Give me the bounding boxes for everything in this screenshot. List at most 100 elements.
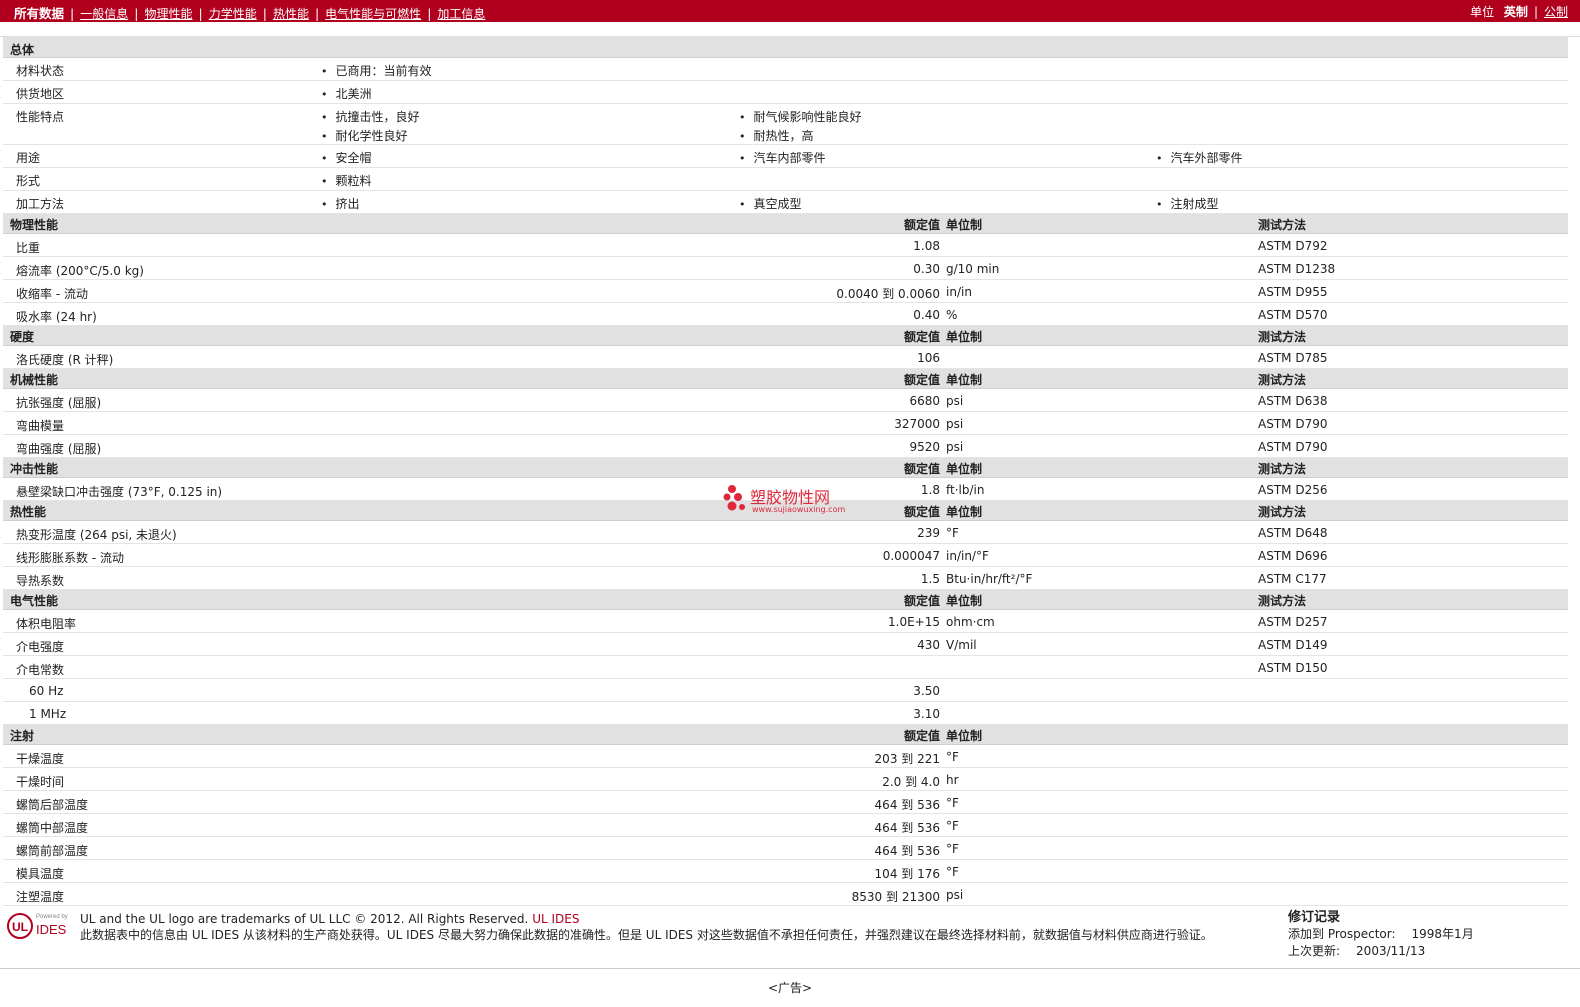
section-header: 注射 额定值 单位制: [3, 725, 1568, 745]
property-value: 1.8: [920, 483, 940, 497]
property-row: 线形膨胀系数 - 流动 0.000047 in/in/°F ASTM D696: [3, 544, 1568, 567]
property-name: 干燥温度: [16, 752, 65, 766]
property-test-method: ASTM C177: [1258, 572, 1327, 586]
general-row-region: 供货地区 北美洲: [3, 81, 1568, 104]
use-item: 安全帽: [321, 149, 372, 166]
property-name: 弯曲强度 (屈服): [16, 442, 102, 456]
column-head-value: 额定值: [903, 505, 940, 519]
property-test-method: ASTM D792: [1258, 239, 1328, 253]
property-unit: °F: [946, 526, 959, 540]
property-row: 干燥温度 203 到 221 °F: [3, 745, 1568, 768]
general-row-process: 加工方法 挤出 真空成型 注射成型: [3, 191, 1568, 214]
feature-item: 耐气候影响性能良好: [739, 108, 862, 125]
column-head-unit: 单位制: [946, 729, 983, 743]
svg-text:Powered by: Powered by: [36, 914, 68, 920]
property-row: 导热系数 1.5 Btu·in/hr/ft²/°F ASTM C177: [3, 567, 1568, 590]
section-title: 硬度: [10, 330, 35, 344]
watermark-dots-icon: [723, 485, 745, 511]
nav-all-data[interactable]: 所有数据: [14, 6, 64, 21]
property-name: 60 Hz: [29, 684, 64, 698]
property-name: 导热系数: [16, 574, 65, 588]
property-name: 模具温度: [16, 867, 65, 881]
property-test-method: ASTM D257: [1258, 615, 1328, 629]
property-unit: psi: [946, 440, 964, 454]
revision-title: 修订记录: [1288, 910, 1341, 925]
section-header: 机械性能 额定值 单位制 测试方法: [3, 369, 1568, 389]
property-test-method: ASTM D150: [1258, 661, 1328, 675]
property-test-method: ASTM D570: [1258, 308, 1328, 322]
disclaimer-text: 此数据表中的信息由 UL IDES 从该材料的生产商处获得。UL IDES 尽最…: [80, 928, 1213, 942]
units-imperial[interactable]: 英制: [1504, 5, 1528, 19]
row-label: 形式: [16, 174, 41, 188]
section-title: 物理性能: [10, 218, 59, 232]
property-row: 1 MHz 3.10: [3, 702, 1568, 725]
watermark-url: www.sujiaowuxing.com: [752, 505, 846, 514]
feature-item: 耐化学性良好: [321, 127, 408, 144]
units-metric[interactable]: 公制: [1544, 5, 1568, 19]
row-label: 用途: [16, 151, 41, 165]
property-name: 线形膨胀系数 - 流动: [16, 551, 124, 565]
general-row-uses: 用途 安全帽 汽车内部零件 汽车外部零件: [3, 145, 1568, 168]
property-value: 3.50: [913, 684, 940, 698]
nav-thermal[interactable]: 热性能: [273, 7, 309, 21]
general-row-status: 材料状态 已商用：当前有效: [3, 58, 1568, 81]
row-label: 供货地区: [16, 87, 65, 101]
property-name: 1 MHz: [29, 707, 67, 721]
property-row: 吸水率 (24 hr) 0.40% ASTM D570: [3, 303, 1568, 326]
top-nav-bar: 所有数据 | 一般信息 | 物理性能 | 力学性能 | 热性能 | 电气性能与可燃性 | 加工信息 单位…: [0, 0, 1580, 22]
column-head-test: 测试方法: [1258, 462, 1307, 476]
feature-item: 抗撞击性，良好: [321, 108, 420, 125]
row-label: 加工方法: [16, 197, 65, 211]
nav-mechanical[interactable]: 力学性能: [209, 7, 257, 21]
property-row: 弯曲强度 (屈服) 9520 psi ASTM D790: [3, 435, 1568, 458]
property-name: 弯曲模量: [16, 419, 65, 433]
property-test-method: ASTM D696: [1258, 549, 1328, 563]
property-row: 收缩率 - 流动 0.0040 到 0.0060 in/in ASTM D955: [3, 280, 1568, 303]
property-test-method: ASTM D785: [1258, 351, 1328, 365]
property-value: 1.08: [913, 239, 940, 253]
ul-ides-link[interactable]: UL IDES: [532, 912, 579, 926]
property-unit: psi: [946, 394, 964, 408]
column-head-value: 额定值: [903, 462, 940, 476]
property-value: 1.5: [920, 572, 940, 586]
property-name: 吸水率 (24 hr): [16, 310, 97, 324]
property-value: 8530 到 21300: [851, 890, 940, 904]
property-value: 1.0E+15: [888, 615, 940, 629]
property-value: 0.0040 到 0.0060: [836, 287, 940, 301]
process-item: 真空成型: [739, 195, 802, 212]
property-row: 螺筒后部温度 464 到 536 °F: [3, 791, 1568, 814]
section-header: 电气性能 额定值 单位制 测试方法: [3, 590, 1568, 610]
nav-processing[interactable]: 加工信息: [437, 7, 485, 21]
section-header: 物理性能 额定值 单位制 测试方法: [3, 214, 1568, 234]
property-unit: %: [946, 308, 958, 322]
process-item: 注射成型: [1156, 195, 1219, 212]
property-test-method: ASTM D955: [1258, 285, 1328, 299]
section-header: 冲击性能 额定值 单位制 测试方法: [3, 458, 1568, 478]
general-row-features: 性能特点 抗撞击性，良好 耐气候影响性能良好 耐化学性良好 耐热性，高: [3, 104, 1568, 145]
units-label: 单位: [1470, 5, 1495, 19]
property-unit: psi: [946, 888, 964, 902]
footer-divider: [0, 968, 1580, 969]
property-name: 收缩率 - 流动: [16, 287, 88, 301]
property-value: 327000: [894, 417, 940, 431]
nav-electrical[interactable]: 电气性能与可燃性: [325, 7, 421, 21]
property-name: 干燥时间: [16, 775, 65, 789]
property-test-method: ASTM D638: [1258, 394, 1328, 408]
status-item: 已商用：当前有效: [321, 62, 432, 79]
footer-disclaimer: UL and the UL logo are trademarks of UL …: [80, 911, 1275, 943]
property-row: 干燥时间 2.0 到 4.0 hr: [3, 768, 1568, 791]
property-name: 介电强度: [16, 640, 65, 654]
svg-text:UL: UL: [12, 920, 28, 934]
column-head-test: 测试方法: [1258, 505, 1307, 519]
ul-ides-logo: UL Powered by IDES: [6, 910, 72, 942]
property-unit: ft·lb/in: [946, 483, 985, 497]
property-test-method: ASTM D790: [1258, 440, 1328, 454]
property-test-method: ASTM D149: [1258, 638, 1328, 652]
property-unit: psi: [946, 417, 964, 431]
property-test-method: ASTM D790: [1258, 417, 1328, 431]
nav-physical[interactable]: 物理性能: [144, 7, 192, 21]
use-item: 汽车内部零件: [739, 149, 826, 166]
column-head-test: 测试方法: [1258, 330, 1307, 344]
nav-general-info[interactable]: 一般信息: [80, 7, 128, 21]
ad-placeholder[interactable]: <广告>: [0, 979, 1580, 996]
